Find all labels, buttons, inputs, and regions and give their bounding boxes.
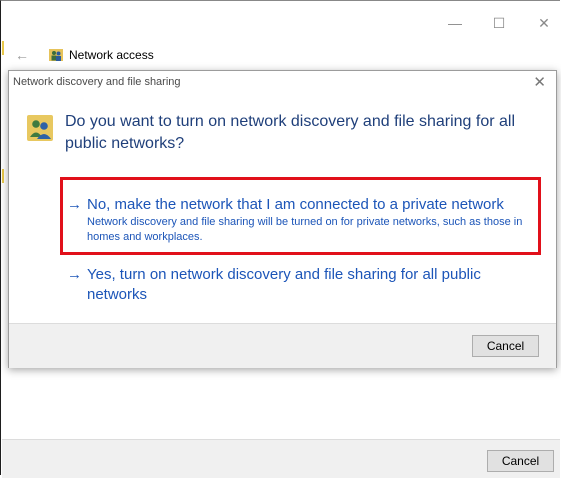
window-cancel-button[interactable]: Cancel: [487, 450, 554, 472]
left-accent: [2, 169, 4, 183]
highlight-box: [60, 177, 541, 255]
maximize-button[interactable]: ☐: [489, 15, 509, 31]
back-arrow-icon[interactable]: ←: [15, 47, 35, 63]
dialog-cancel-button[interactable]: Cancel: [472, 335, 539, 357]
network-users-icon: [27, 115, 53, 141]
option-label: Yes, turn on network discovery and file …: [87, 266, 481, 303]
dialog-footer: Cancel: [9, 323, 556, 368]
arrow-right-icon: →: [67, 266, 82, 283]
dialog-close-button[interactable]: ✕: [533, 73, 546, 91]
nav-row: ← Network access: [15, 45, 154, 65]
option-public-networks[interactable]: → Yes, turn on network discovery and fil…: [67, 265, 537, 305]
left-accent: [2, 41, 4, 55]
dialog-question: Do you want to turn on network discovery…: [65, 113, 516, 152]
window-title: Network access: [69, 48, 154, 62]
network-users-icon: [49, 49, 63, 61]
close-button[interactable]: ✕: [534, 15, 554, 31]
dialog-title: Network discovery and file sharing: [13, 76, 181, 88]
window-footer: Cancel: [2, 439, 560, 478]
minimize-button[interactable]: —: [445, 15, 465, 31]
